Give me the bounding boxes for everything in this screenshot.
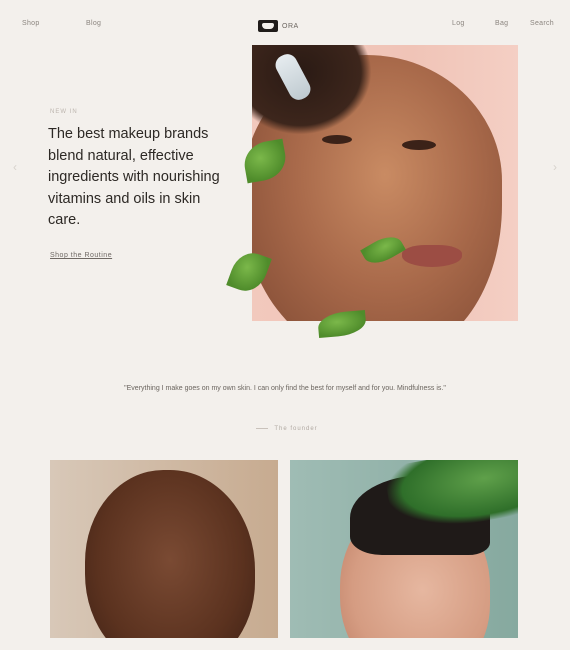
brand-wordmark: ORA [282,22,299,30]
hero-cta-link[interactable]: Shop the Routine [50,252,112,259]
chevron-left-icon[interactable]: ‹ [8,160,22,174]
logo-mark-icon [258,20,278,32]
palm-leaf-icon [382,460,518,537]
testimonial-quote: "Everything I make goes on my own skin. … [124,385,446,392]
hero-hair-shape [252,45,372,135]
page: Shop Blog ORA Log Bag Search ‹ › New in … [0,0,570,650]
nav-link-search[interactable]: Search [530,20,554,27]
hero-headline: The best makeup brands blend natural, ef… [48,126,220,228]
top-nav: Shop Blog ORA Log Bag Search [0,14,570,38]
hero-eye-right-shape [402,140,436,150]
testimonial-author: The founder [242,426,332,432]
hero-image [252,45,518,321]
nav-link-blog[interactable]: Blog [86,20,101,27]
chevron-right-icon[interactable]: › [548,160,562,174]
feature-image-left[interactable] [50,460,278,638]
hero-eyebrow: New in [50,109,78,115]
brand-logo[interactable]: ORA [258,18,308,34]
feature-image-right[interactable] [290,460,518,638]
hero-eye-left-shape [322,135,352,144]
nav-link-login[interactable]: Log [452,20,465,27]
hero-lips-shape [402,245,462,267]
nav-link-bag[interactable]: Bag [495,20,508,27]
portrait-left-shape [85,470,255,638]
nav-link-shop[interactable]: Shop [22,20,40,27]
